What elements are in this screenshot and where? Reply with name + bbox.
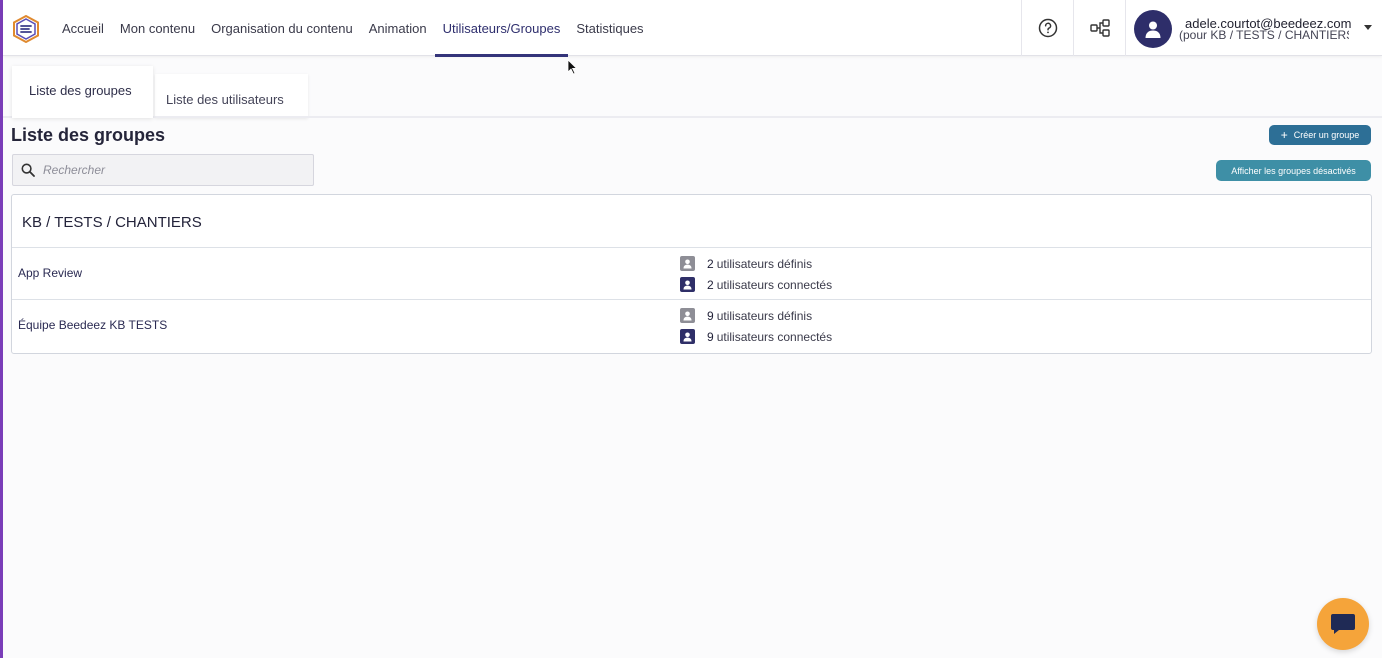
defined-users-stat: 2 utilisateurs définis: [680, 256, 812, 271]
show-disabled-groups-button[interactable]: Afficher les groupes désactivés: [1216, 160, 1371, 181]
groups-panel: KB / TESTS / CHANTIERS App Review 2 util…: [11, 194, 1372, 354]
top-navigation: Accueil Mon contenu Organisation du cont…: [3, 0, 1382, 57]
connected-count: 2: [707, 277, 714, 292]
connected-users-stat: 2 utilisateurs connectés: [680, 277, 832, 292]
connected-label: utilisateurs connectés: [716, 329, 833, 344]
plus-icon: +: [1280, 128, 1288, 142]
connected-count: 9: [707, 329, 714, 344]
nav-item-animation[interactable]: Animation: [361, 0, 435, 56]
tab-divider: [3, 116, 1382, 118]
main-nav: Accueil Mon contenu Organisation du cont…: [54, 0, 652, 57]
avatar: [1134, 10, 1172, 48]
create-group-label: Créer un groupe: [1293, 130, 1360, 140]
help-icon: [1038, 18, 1057, 38]
nav-item-utilisateurs-groupes[interactable]: Utilisateurs/Groupes: [434, 0, 569, 57]
defined-label: utilisateurs définis: [716, 308, 813, 323]
user-card-icon: [680, 308, 695, 323]
tab-liste-des-groupes[interactable]: Liste des groupes: [12, 66, 153, 118]
create-group-button[interactable]: + Créer un groupe: [1269, 125, 1371, 145]
search-input[interactable]: [43, 159, 307, 181]
beedeez-logo[interactable]: [13, 14, 39, 44]
organization-title: KB / TESTS / CHANTIERS: [12, 195, 1371, 248]
organization-tree-button[interactable]: [1073, 0, 1125, 56]
search-icon: [21, 163, 35, 177]
group-row[interactable]: Équipe Beedeez KB TESTS 9 utilisateurs d…: [12, 300, 1371, 352]
page-title: Liste des groupes: [11, 125, 166, 145]
user-card-icon: [680, 277, 695, 292]
chevron-down-icon: [1364, 25, 1372, 30]
connected-label: utilisateurs connectés: [716, 277, 833, 292]
chat-button[interactable]: [1317, 598, 1369, 650]
defined-label: utilisateurs définis: [716, 256, 813, 271]
user-card-icon: [680, 256, 695, 271]
nav-item-organisation-du-contenu[interactable]: Organisation du contenu: [203, 0, 361, 56]
search-box: [12, 154, 314, 186]
defined-count: 9: [707, 308, 714, 323]
left-accent-bar: [0, 0, 3, 658]
nav-item-accueil[interactable]: Accueil: [54, 0, 112, 56]
connected-users-stat: 9 utilisateurs connectés: [680, 329, 832, 344]
help-button[interactable]: [1021, 0, 1073, 56]
hierarchy-icon: [1089, 19, 1110, 37]
group-row[interactable]: App Review 2 utilisateurs définis 2 util…: [12, 248, 1371, 300]
defined-count: 2: [707, 256, 714, 271]
user-icon: [1145, 21, 1161, 38]
defined-users-stat: 9 utilisateurs définis: [680, 308, 812, 323]
mouse-pointer-icon: [567, 59, 577, 75]
user-scope: (pour KB / TESTS / CHANTIERS): [1179, 28, 1349, 42]
nav-item-statistiques[interactable]: Statistiques: [568, 0, 651, 56]
chat-bubble-icon: [1331, 614, 1355, 634]
user-card-icon: [680, 329, 695, 344]
group-name[interactable]: Équipe Beedeez KB TESTS: [18, 318, 167, 332]
user-menu[interactable]: adele.courtot@beedeez.com (pour KB / TES…: [1125, 0, 1382, 56]
nav-item-mon-contenu[interactable]: Mon contenu: [112, 0, 203, 56]
group-name[interactable]: App Review: [18, 266, 82, 280]
tab-liste-des-utilisateurs[interactable]: Liste des utilisateurs: [155, 74, 308, 118]
